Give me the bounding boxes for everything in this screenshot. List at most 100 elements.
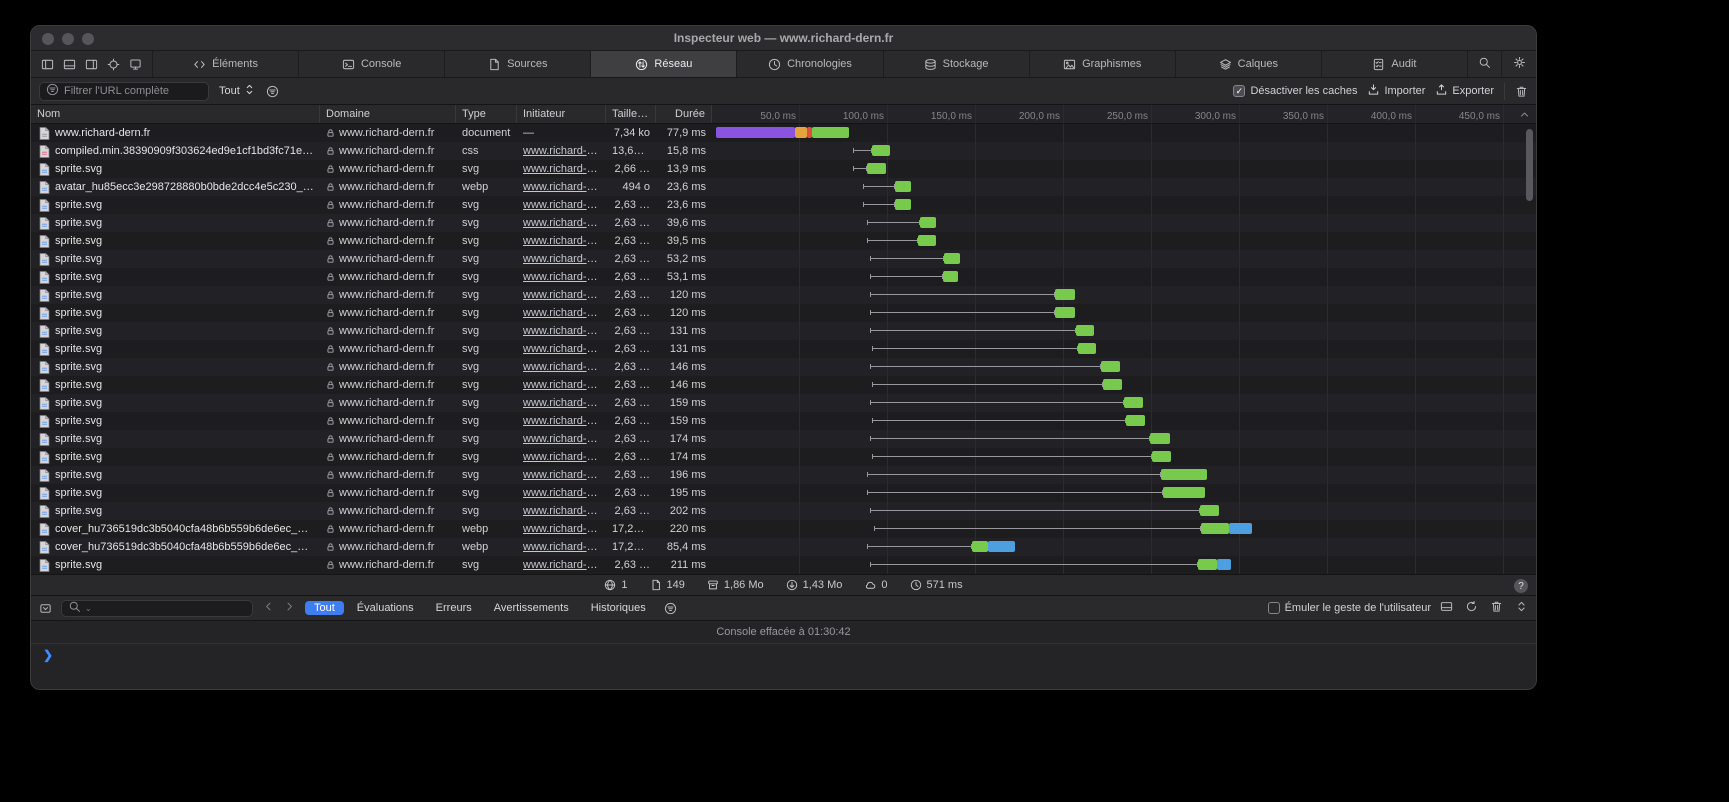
help-button[interactable]: ? xyxy=(1514,579,1528,593)
url-filter-input[interactable]: Filtrer l'URL complète xyxy=(39,82,209,101)
initiator-link[interactable]: www.richard-d… xyxy=(523,145,604,157)
console-tab-evaluations[interactable]: Évaluations xyxy=(348,601,423,615)
device-icon[interactable] xyxy=(129,58,142,71)
console-tab-historiques[interactable]: Historiques xyxy=(582,601,655,615)
initiator-link[interactable]: www.richard-d… xyxy=(523,397,604,409)
initiator-link[interactable]: www.richard-d… xyxy=(523,217,604,229)
initiator-link[interactable]: www.richard-d… xyxy=(523,343,604,355)
tab-elements[interactable]: Éléments xyxy=(153,51,299,77)
console-filter-options-icon[interactable] xyxy=(664,602,677,615)
scrollbar-thumb[interactable] xyxy=(1526,129,1533,201)
table-row[interactable]: sprite.svgwww.richard-dern.frsvgwww.rich… xyxy=(31,286,1536,304)
collapse-console-icon[interactable] xyxy=(1515,600,1528,616)
initiator-link[interactable]: www.richard-d… xyxy=(523,379,604,391)
table-row[interactable]: sprite.svgwww.richard-dern.frsvgwww.rich… xyxy=(31,430,1536,448)
tab-graphics[interactable]: Graphismes xyxy=(1030,51,1176,77)
table-row[interactable]: cover_hu736519dc3b5040cfa48b6b559b6de6ec… xyxy=(31,520,1536,538)
console-panel-icon[interactable] xyxy=(1440,600,1453,616)
search-button[interactable] xyxy=(1468,51,1502,77)
table-row[interactable]: sprite.svgwww.richard-dern.frsvgwww.rich… xyxy=(31,322,1536,340)
table-row[interactable]: sprite.svgwww.richard-dern.frsvgwww.rich… xyxy=(31,358,1536,376)
tab-console[interactable]: Console xyxy=(299,51,445,77)
next-result-icon[interactable] xyxy=(283,600,296,616)
console-tab-avertissements[interactable]: Avertissements xyxy=(485,601,578,615)
clear-console-trash-icon[interactable] xyxy=(1490,600,1503,616)
initiator-link[interactable]: www.richard-d… xyxy=(523,487,604,499)
reload-icon[interactable] xyxy=(1465,600,1478,616)
chevron-up-icon[interactable] xyxy=(1518,108,1531,123)
settings-button[interactable] xyxy=(1502,51,1536,77)
import-button[interactable]: Importer xyxy=(1367,83,1425,99)
table-row[interactable]: sprite.svgwww.richard-dern.frsvgwww.rich… xyxy=(31,214,1536,232)
resource-scope-select[interactable]: Tout xyxy=(219,83,256,99)
table-row[interactable]: sprite.svgwww.richard-dern.frsvgwww.rich… xyxy=(31,448,1536,466)
filter-options-button[interactable] xyxy=(266,85,279,98)
table-row[interactable]: sprite.svgwww.richard-dern.frsvgwww.rich… xyxy=(31,304,1536,322)
table-row[interactable]: sprite.svgwww.richard-dern.frsvgwww.rich… xyxy=(31,340,1536,358)
initiator-link[interactable]: www.richard-d… xyxy=(523,325,604,337)
initiator-link[interactable]: www.richard-d… xyxy=(523,181,604,193)
emulate-user-gesture-checkbox[interactable]: Émuler le geste de l'utilisateur xyxy=(1268,602,1431,614)
initiator-link[interactable]: www.richard-d… xyxy=(523,163,604,175)
dock-right-icon[interactable] xyxy=(85,58,98,71)
close-button[interactable] xyxy=(42,33,54,45)
column-header-type[interactable]: Type xyxy=(456,105,517,123)
table-row[interactable]: sprite.svgwww.richard-dern.frsvgwww.rich… xyxy=(31,394,1536,412)
initiator-link[interactable]: www.richard-d… xyxy=(523,307,604,319)
table-row[interactable]: sprite.svgwww.richard-dern.frsvgwww.rich… xyxy=(31,412,1536,430)
initiator-link[interactable]: www.richard-d… xyxy=(523,451,604,463)
tab-audit[interactable]: Audit xyxy=(1322,51,1468,77)
table-row[interactable]: sprite.svgwww.richard-dern.frsvgwww.rich… xyxy=(31,502,1536,520)
export-button[interactable]: Exporter xyxy=(1435,83,1494,99)
table-row[interactable]: sprite.svgwww.richard-dern.frsvgwww.rich… xyxy=(31,250,1536,268)
table-row[interactable]: sprite.svgwww.richard-dern.frsvgwww.rich… xyxy=(31,376,1536,394)
initiator-link[interactable]: www.richard-d… xyxy=(523,253,604,265)
initiator-link[interactable]: www.richard-d… xyxy=(523,235,604,247)
previous-result-icon[interactable] xyxy=(262,600,275,616)
initiator-link[interactable]: www.richard-d… xyxy=(523,415,604,427)
table-row[interactable]: sprite.svgwww.richard-dern.frsvgwww.rich… xyxy=(31,160,1536,178)
table-row[interactable]: cover_hu736519dc3b5040cfa48b6b559b6de6ec… xyxy=(31,538,1536,556)
initiator-link[interactable]: www.richard-d… xyxy=(523,541,604,553)
table-row[interactable]: sprite.svgwww.richard-dern.frsvgwww.rich… xyxy=(31,232,1536,250)
table-row[interactable]: sprite.svgwww.richard-dern.frsvgwww.rich… xyxy=(31,196,1536,214)
zoom-button[interactable] xyxy=(82,33,94,45)
table-row[interactable]: avatar_hu85ecc3e298728880b0bde2dcc4e5c23… xyxy=(31,178,1536,196)
initiator-link[interactable]: www.richard-d… xyxy=(523,271,604,283)
dock-bottom-icon[interactable] xyxy=(63,58,76,71)
console-tab-tout[interactable]: Tout xyxy=(305,601,344,615)
initiator-link[interactable]: www.richard-d… xyxy=(523,469,604,481)
tab-network[interactable]: Réseau xyxy=(591,51,737,77)
console-search-input[interactable]: ⌄ xyxy=(61,600,253,617)
column-header-domain[interactable]: Domaine xyxy=(320,105,456,123)
table-row[interactable]: sprite.svgwww.richard-dern.frsvgwww.rich… xyxy=(31,268,1536,286)
minimize-button[interactable] xyxy=(62,33,74,45)
console-scope-icon[interactable] xyxy=(39,602,52,615)
column-header-name[interactable]: Nom xyxy=(31,105,320,123)
table-row[interactable]: sprite.svgwww.richard-dern.frsvgwww.rich… xyxy=(31,466,1536,484)
clear-network-trash-icon[interactable] xyxy=(1515,85,1528,98)
initiator-link[interactable]: www.richard-d… xyxy=(523,361,604,373)
initiator-link[interactable]: www.richard-d… xyxy=(523,199,604,211)
table-row[interactable]: sprite.svgwww.richard-dern.frsvgwww.rich… xyxy=(31,484,1536,502)
table-row[interactable]: sprite.svgwww.richard-dern.frsvgwww.rich… xyxy=(31,556,1536,574)
initiator-link[interactable]: www.richard-d… xyxy=(523,505,604,517)
initiator-link[interactable]: www.richard-d… xyxy=(523,433,604,445)
initiator-link[interactable]: www.richard-d… xyxy=(523,289,604,301)
disable-caches-checkbox[interactable]: ✓ Désactiver les caches xyxy=(1233,85,1357,97)
column-header-size[interactable]: Taille… xyxy=(606,105,656,123)
tab-timelines[interactable]: Chronologies xyxy=(737,51,883,77)
console-prompt[interactable]: ❯ xyxy=(31,644,1536,689)
tab-storage[interactable]: Stockage xyxy=(884,51,1030,77)
tab-layers[interactable]: Calques xyxy=(1176,51,1322,77)
initiator-link[interactable]: www.richard-d… xyxy=(523,523,604,535)
tab-sources[interactable]: Sources xyxy=(445,51,591,77)
element-picker-icon[interactable] xyxy=(107,58,120,71)
table-row[interactable]: www.richard-dern.frwww.richard-dern.frdo… xyxy=(31,124,1536,142)
initiator-link[interactable]: www.richard-d… xyxy=(523,559,604,571)
column-header-initiator[interactable]: Initiateur xyxy=(517,105,606,123)
console-tab-erreurs[interactable]: Erreurs xyxy=(427,601,481,615)
table-row[interactable]: compiled.min.38390909f303624ed9e1cf1bd3f… xyxy=(31,142,1536,160)
dock-side-icon[interactable] xyxy=(41,58,54,71)
column-header-duration[interactable]: Durée xyxy=(656,105,712,123)
